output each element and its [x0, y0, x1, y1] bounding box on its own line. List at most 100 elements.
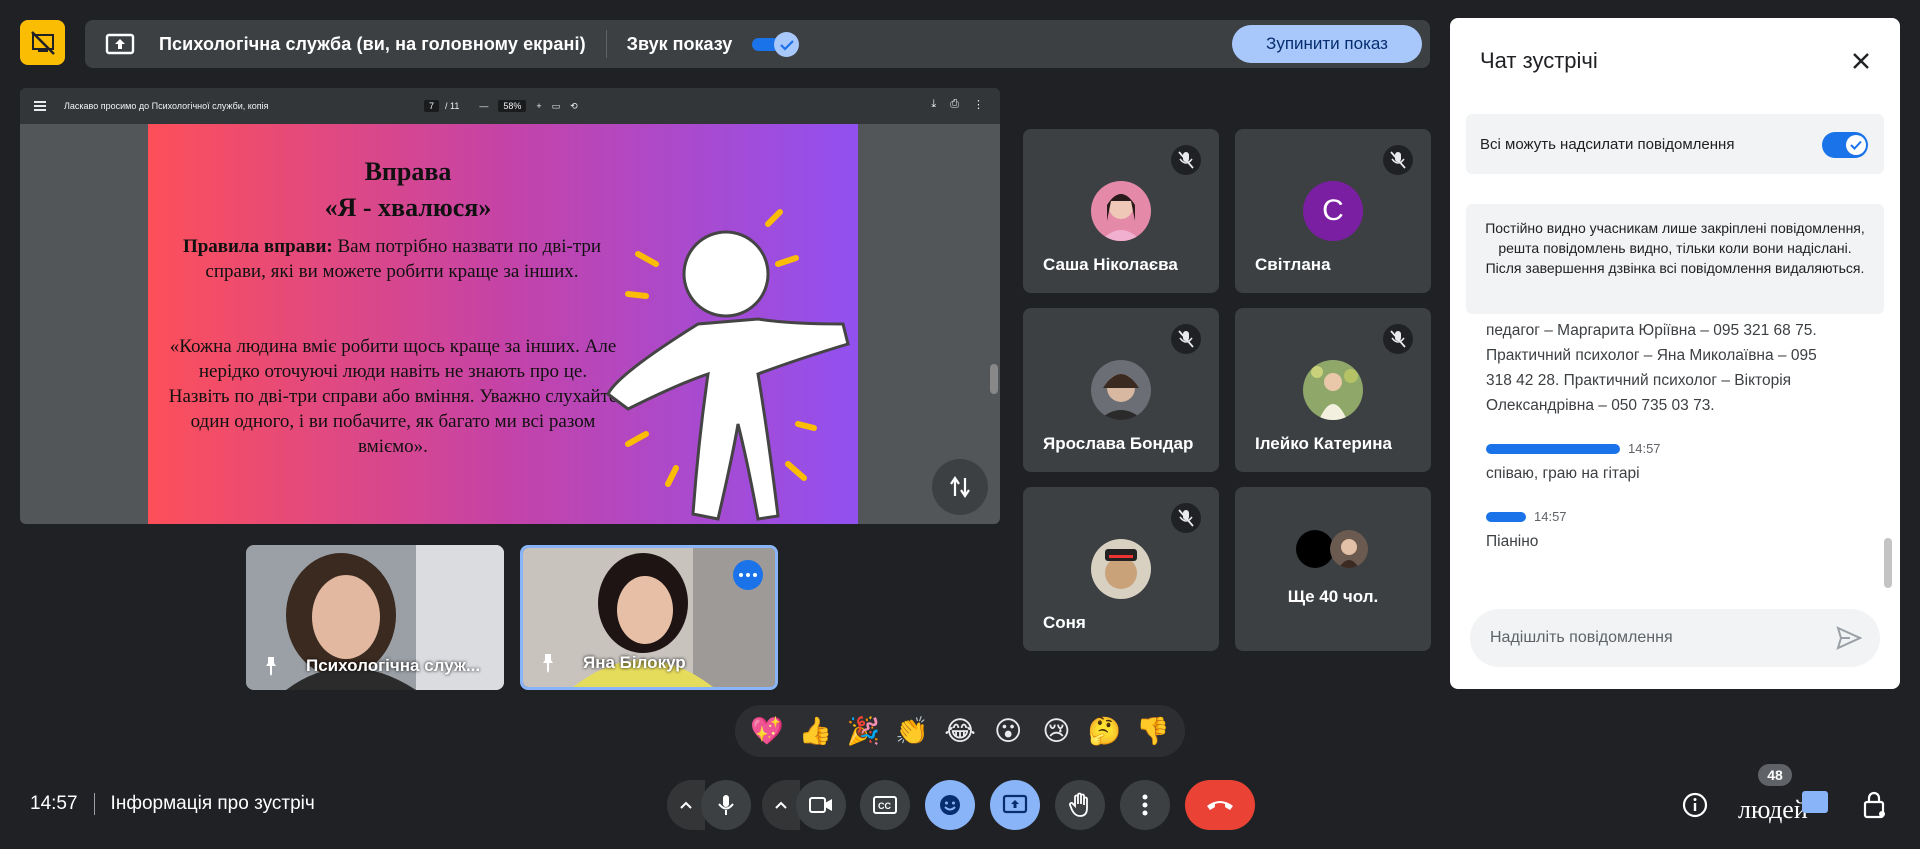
- fit-page-icon[interactable]: ▭: [552, 101, 561, 112]
- pdf-scrollbar[interactable]: [990, 124, 998, 524]
- pin-icon[interactable]: [260, 654, 284, 678]
- zoom-level[interactable]: 58%: [498, 100, 527, 112]
- chat-icon[interactable]: [1802, 791, 1828, 813]
- people-count-badge: 48: [1758, 764, 1792, 786]
- pdf-page-total: / 11: [445, 101, 460, 111]
- message-text: Олександрівна – 050 735 03 73.: [1486, 397, 1715, 414]
- presenting-sound-label: Звук показу: [626, 33, 733, 54]
- more-participants-tile[interactable]: Ще 40 чол.: [1235, 487, 1431, 651]
- chat-permission-label: Всі можуть надсилати повідомлення: [1480, 135, 1735, 153]
- info-icon[interactable]: [1675, 785, 1715, 825]
- presenting-icon: [20, 20, 65, 65]
- message-time: 14:57: [1534, 509, 1567, 524]
- reaction-clap[interactable]: 👏: [891, 715, 933, 747]
- participant-tile[interactable]: Ілейко Катерина: [1235, 308, 1431, 472]
- more-participants-label: Ще 40 чол.: [1287, 587, 1379, 606]
- chat-panel: Чат зустрічі Всі можуть надсилати повідо…: [1450, 18, 1900, 689]
- redacted-sender: [1486, 511, 1526, 522]
- download-icon[interactable]: ⤓: [931, 98, 936, 111]
- meeting-info-link[interactable]: Інформація про зустріч: [111, 793, 315, 815]
- menu-icon[interactable]: [34, 99, 46, 113]
- camera-button[interactable]: [796, 780, 846, 830]
- more-options-button[interactable]: [733, 560, 763, 590]
- redacted-sender: [1486, 443, 1620, 454]
- participant-name: Ілейко Катерина: [1255, 434, 1392, 453]
- participant-tile-yana-bilokur[interactable]: Яна Білокур: [520, 545, 778, 690]
- end-call-button[interactable]: [1185, 780, 1255, 830]
- participant-name: Яна Білокур: [583, 653, 686, 672]
- camera-control: [760, 780, 848, 830]
- pin-icon[interactable]: [537, 651, 561, 675]
- chat-scrollbar[interactable]: [1884, 538, 1892, 588]
- pdf-page-input[interactable]: 7: [424, 100, 440, 112]
- slide-title: Вправа «Я - хвалюся»: [324, 157, 492, 222]
- raise-hand-button[interactable]: [1055, 780, 1105, 830]
- chat-message-input[interactable]: Надішліть повідомлення: [1470, 609, 1880, 667]
- chat-permission-toggle[interactable]: [1822, 132, 1868, 158]
- rotate-icon[interactable]: ⟲: [570, 101, 578, 112]
- mic-off-icon: [1171, 503, 1201, 533]
- emoji-reactions-button[interactable]: [925, 780, 975, 830]
- reaction-surprised[interactable]: 😮: [987, 716, 1029, 747]
- clock-time: 14:57: [30, 793, 78, 814]
- participant-name: Соня: [1043, 613, 1086, 632]
- check-icon: [774, 32, 800, 57]
- meeting-time-info: 14:57 Інформація про зустріч: [30, 793, 315, 815]
- more-options-button[interactable]: [1120, 780, 1170, 830]
- present-button[interactable]: [990, 780, 1040, 830]
- pdf-page-indicator: 7 / 11: [424, 100, 459, 112]
- avatar-initial: С: [1303, 181, 1363, 241]
- reaction-thumbs-up[interactable]: 👍: [794, 715, 836, 747]
- send-icon[interactable]: [1836, 626, 1863, 650]
- participant-name: Психологічна служ...: [306, 656, 481, 675]
- chat-permission-row: Всі можуть надсилати повідомлення: [1466, 114, 1884, 174]
- participant-name: Світлана: [1255, 255, 1331, 274]
- reaction-laugh[interactable]: 😂: [939, 716, 981, 747]
- check-icon: [1846, 135, 1866, 155]
- stop-presenting-button[interactable]: Зупинити показ: [1232, 25, 1422, 63]
- participant-tile-psych-service[interactable]: Психологічна служ...: [246, 545, 504, 690]
- print-icon[interactable]: ⎙: [950, 98, 959, 111]
- slide-quote: «Кожна людина вміє робити щось краще за …: [168, 336, 618, 457]
- presenting-title: Психологічна служба (ви, на головному ек…: [159, 33, 586, 54]
- chevron-up-icon[interactable]: [762, 780, 800, 830]
- chat-notice: Постійно видно учасникам лише закріплені…: [1466, 204, 1884, 314]
- pdf-zoom-controls: — 58% + ▭ ⟲: [479, 100, 578, 112]
- swap-layout-button[interactable]: [932, 459, 988, 515]
- divider: [605, 30, 607, 58]
- avatar: [1330, 530, 1368, 568]
- more-vert-icon[interactable]: ⋮: [973, 98, 984, 111]
- slide: Вправа «Я - хвалюся» Правила вправи: Вам…: [148, 124, 858, 524]
- zoom-in-button[interactable]: +: [536, 101, 541, 111]
- host-controls-icon[interactable]: [1855, 785, 1895, 825]
- participant-tile[interactable]: Ярослава Бондар: [1023, 308, 1219, 472]
- close-icon[interactable]: [1846, 46, 1876, 76]
- zoom-out-button[interactable]: —: [479, 101, 488, 111]
- captions-button[interactable]: CC: [860, 780, 910, 830]
- message-text: Практичний психолог – Яна Миколаївна – 0…: [1486, 347, 1817, 364]
- pdf-toolbar: Ласкаво просимо до Психологічної служби,…: [20, 88, 1000, 124]
- mic-button[interactable]: [701, 780, 751, 830]
- mic-off-icon: [1383, 145, 1413, 175]
- reaction-cry[interactable]: 😢: [1035, 716, 1077, 747]
- participant-name: Саша Ніколаєва: [1043, 255, 1178, 274]
- avatar: [1296, 530, 1334, 568]
- pdf-doc-title: Ласкаво просимо до Психологічної служби,…: [64, 101, 269, 111]
- chevron-up-icon[interactable]: [667, 780, 705, 830]
- slide-rules: Правила вправи: Вам потрібно назвати по …: [182, 236, 602, 282]
- reaction-heart[interactable]: 💖: [746, 715, 788, 747]
- participant-name: Ярослава Бондар: [1043, 434, 1194, 453]
- reaction-party[interactable]: 🎉: [843, 715, 885, 747]
- participant-tile[interactable]: Соня: [1023, 487, 1219, 651]
- message-text: співаю, граю на гітарі: [1486, 465, 1640, 482]
- avatar: [1091, 181, 1151, 241]
- participant-tile[interactable]: С Світлана: [1235, 129, 1431, 293]
- people-button[interactable]: людей: [1738, 795, 1808, 825]
- reaction-thinking[interactable]: 🤔: [1084, 715, 1126, 747]
- avatar: [1091, 360, 1151, 420]
- reaction-thumbs-down[interactable]: 👎: [1132, 715, 1174, 747]
- shared-screen: Ласкаво просимо до Психологічної служби,…: [20, 88, 1000, 524]
- mic-off-icon: [1171, 145, 1201, 175]
- presenting-sound-toggle[interactable]: [752, 32, 800, 57]
- participant-tile[interactable]: Саша Ніколаєва: [1023, 129, 1219, 293]
